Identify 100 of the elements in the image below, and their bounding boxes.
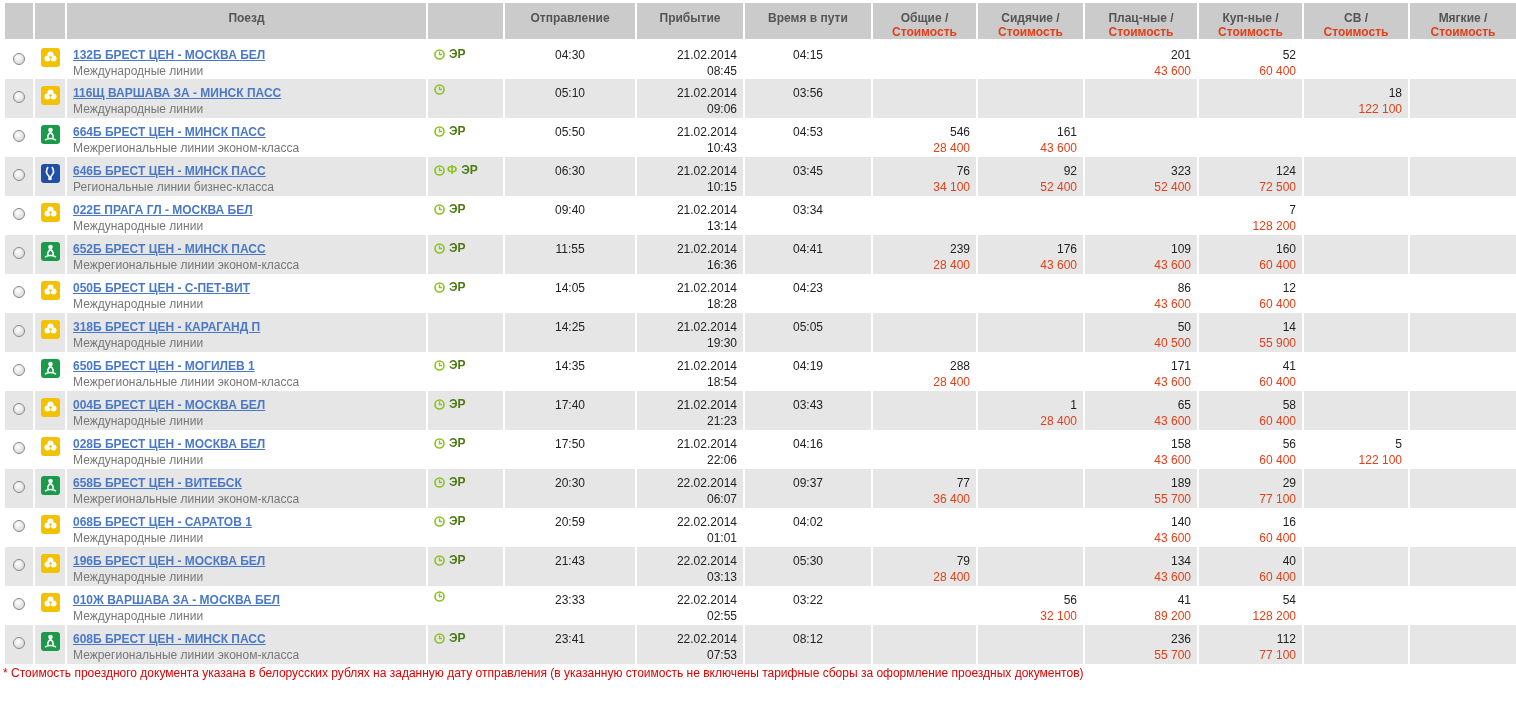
clock-icon	[434, 437, 445, 449]
radio-button[interactable]	[13, 637, 25, 649]
travel-time: 03:43	[793, 398, 823, 412]
arrival-time: 19:30	[706, 335, 737, 351]
seat-count: 158	[1170, 436, 1191, 452]
service-label: ЭР	[449, 201, 466, 217]
seat-count: 1	[1070, 397, 1077, 413]
train-category: Международные линии	[73, 218, 204, 234]
train-link[interactable]: 664Б БРЕСТ ЦЕН - МИНСК ПАСС	[73, 125, 266, 139]
seat-price: 122 100	[1358, 452, 1402, 468]
train-link[interactable]: 318Б БРЕСТ ЦЕН - КАРАГАНД П	[73, 320, 261, 334]
radio-button[interactable]	[13, 286, 25, 298]
seat-count: 77	[956, 475, 970, 491]
seat-price: 40 500	[1154, 335, 1191, 351]
seat-price: 28 400	[933, 569, 970, 585]
seat-price: 43 600	[1154, 296, 1191, 312]
service-label: ЭР	[449, 123, 466, 139]
column-header: Плац-ные /	[1108, 11, 1174, 25]
train-category: Межрегиональные линии эконом-класса	[73, 374, 300, 390]
train-link[interactable]: 646Б БРЕСТ ЦЕН - МИНСК ПАСС	[73, 164, 266, 178]
train-category: Межрегиональные линии эконом-класса	[73, 257, 300, 273]
seat-price: 43 600	[1154, 257, 1191, 273]
seat-count: 134	[1170, 553, 1191, 569]
service-label: ЭР	[449, 240, 466, 256]
radio-button[interactable]	[13, 364, 25, 376]
travel-time: 03:22	[793, 593, 823, 607]
clock-icon	[434, 48, 445, 60]
train-link[interactable]: 132Б БРЕСТ ЦЕН - МОСКВА БЕЛ	[73, 48, 266, 62]
seat-price: 28 400	[933, 257, 970, 273]
train-link[interactable]: 608Б БРЕСТ ЦЕН - МИНСК ПАСС	[73, 632, 266, 646]
radio-button[interactable]	[13, 208, 25, 220]
train-link[interactable]: 658Б БРЕСТ ЦЕН - ВИТЕБСК	[73, 476, 242, 490]
seat-price: 55 700	[1154, 491, 1191, 507]
column-header: Время в пути	[744, 3, 872, 40]
radio-button[interactable]	[13, 91, 25, 103]
arrival-time: 21:23	[706, 413, 737, 429]
seat-price: 43 600	[1154, 530, 1191, 546]
radio-button[interactable]	[13, 442, 25, 454]
arrival-date: 21.02.2014	[676, 280, 737, 296]
departure-time: 14:05	[555, 281, 585, 295]
travel-time: 05:30	[793, 554, 823, 568]
train-link[interactable]: 650Б БРЕСТ ЦЕН - МОГИЛЕВ 1	[73, 359, 255, 373]
radio-button[interactable]	[13, 403, 25, 415]
train-category: Международные линии	[73, 452, 204, 468]
column-subheader: Стоимость	[998, 25, 1063, 39]
seat-count: 16	[1282, 514, 1296, 530]
seat-count: 288	[949, 358, 970, 374]
seat-count: 109	[1170, 241, 1191, 257]
column-header: Мягкие /	[1438, 11, 1488, 25]
seat-price: 43 600	[1154, 413, 1191, 429]
seat-count: 546	[949, 124, 970, 140]
seat-price: 43 600	[1040, 140, 1077, 156]
arrival-time: 03:13	[706, 569, 737, 585]
train-link[interactable]: 028Б БРЕСТ ЦЕН - МОСКВА БЕЛ	[73, 437, 266, 451]
radio-button[interactable]	[13, 559, 25, 571]
departure-time: 05:50	[555, 125, 585, 139]
seat-count: 58	[1282, 397, 1296, 413]
clock-icon	[434, 359, 445, 371]
seat-count: 160	[1275, 241, 1296, 257]
seat-count: 14	[1282, 319, 1296, 335]
arrival-time: 13:14	[706, 218, 737, 234]
radio-button[interactable]	[13, 481, 25, 493]
service-label: ЭР	[449, 46, 466, 62]
radio-button[interactable]	[13, 53, 25, 65]
train-link[interactable]: 022Е ПРАГА ГЛ - МОСКВА БЕЛ	[73, 203, 253, 217]
column-subheader: Стоимость	[1218, 25, 1283, 39]
train-category: Международные линии	[73, 335, 204, 351]
departure-time: 14:35	[555, 359, 585, 373]
radio-button[interactable]	[13, 598, 25, 610]
travel-time: 04:15	[793, 48, 823, 62]
arrival-time: 22:06	[706, 452, 737, 468]
train-category: Межрегиональные линии эконом-класса	[73, 491, 300, 507]
arrival-time: 02:55	[706, 608, 737, 624]
train-link[interactable]: 652Б БРЕСТ ЦЕН - МИНСК ПАСС	[73, 242, 266, 256]
train-link[interactable]: 010Ж ВАРШАВА ЗА - МОСКВА БЕЛ	[73, 593, 281, 607]
radio-button[interactable]	[13, 325, 25, 337]
radio-button[interactable]	[13, 169, 25, 181]
seat-count: 239	[949, 241, 970, 257]
train-link[interactable]: 116Щ ВАРШАВА ЗА - МИНСК ПАСС	[73, 86, 282, 100]
seat-price: 60 400	[1259, 569, 1296, 585]
seat-count: 41	[1282, 358, 1296, 374]
radio-button[interactable]	[13, 520, 25, 532]
column-header: Куп-ные /	[1222, 11, 1279, 25]
seat-price: 60 400	[1259, 296, 1296, 312]
departure-time: 17:40	[555, 398, 585, 412]
train-category: Межрегиональные линии эконом-класса	[73, 140, 300, 156]
seat-count: 92	[1063, 163, 1077, 179]
radio-button[interactable]	[13, 130, 25, 142]
train-link[interactable]: 068Б БРЕСТ ЦЕН - САРАТОВ 1	[73, 515, 252, 529]
train-link[interactable]: 004Б БРЕСТ ЦЕН - МОСКВА БЕЛ	[73, 398, 266, 412]
radio-button[interactable]	[13, 247, 25, 259]
train-link[interactable]: 196Б БРЕСТ ЦЕН - МОСКВА БЕЛ	[73, 554, 266, 568]
seat-price: 28 400	[933, 374, 970, 390]
arrival-time: 01:01	[706, 530, 737, 546]
seat-price: 43 600	[1154, 569, 1191, 585]
train-category: Международные линии	[73, 63, 204, 79]
column-header: СВ /	[1344, 11, 1368, 25]
seat-price: 36 400	[933, 491, 970, 507]
seat-count: 52	[1282, 47, 1296, 63]
train-link[interactable]: 050Б БРЕСТ ЦЕН - С-ПЕТ-ВИТ	[73, 281, 250, 295]
